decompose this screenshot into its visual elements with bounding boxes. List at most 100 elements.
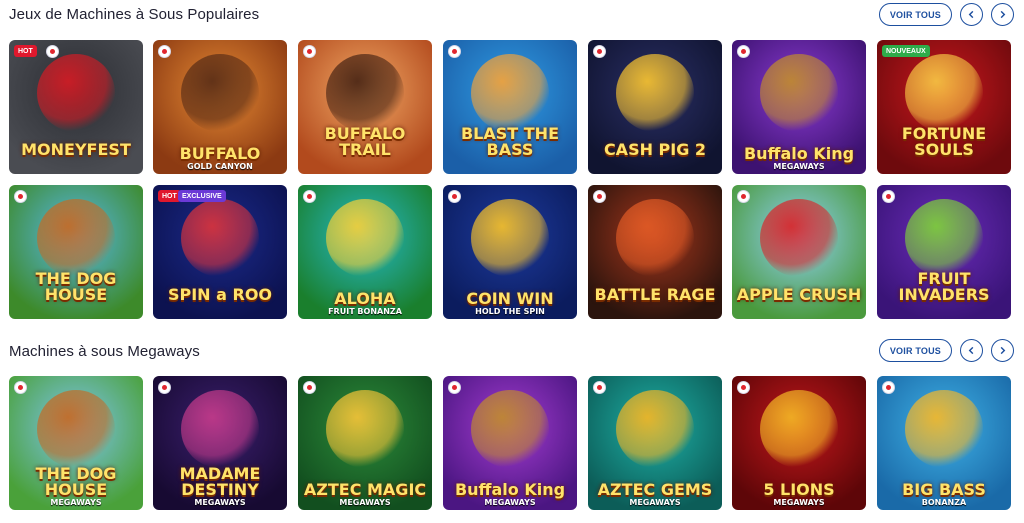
prev-button[interactable]	[960, 3, 983, 26]
next-button[interactable]	[991, 3, 1014, 26]
provider-icon	[738, 382, 749, 393]
hot-badge: HOT	[14, 45, 37, 57]
game-mascot	[37, 54, 115, 132]
game-tile[interactable]: COIN WIN HOLD THE SPIN	[443, 185, 577, 319]
game-tile[interactable]: BUFFALO TRAIL	[298, 40, 432, 174]
provider-icon	[449, 191, 460, 202]
game-mascot	[905, 54, 983, 132]
game-subtitle: BONANZA	[921, 498, 967, 507]
game-title: MADAME DESTINY	[179, 464, 261, 499]
exclusive-badge: EXCLUSIVE	[178, 190, 226, 202]
chevron-left-icon	[968, 346, 974, 355]
game-title: CASH PIG 2	[603, 140, 707, 159]
provider-icon	[738, 191, 749, 202]
game-tile[interactable]: Buffalo King MEGAWAYS	[732, 40, 866, 174]
game-mascot	[181, 199, 259, 277]
chevron-left-icon	[968, 10, 974, 19]
provider-icon	[159, 382, 170, 393]
section-title: Jeux de Machines à Sous Populaires	[9, 6, 260, 23]
provider-icon	[159, 46, 170, 57]
game-mascot	[616, 199, 694, 277]
provider-icon	[47, 46, 58, 57]
game-subtitle: MEGAWAYS	[194, 498, 246, 507]
game-mascot	[760, 54, 838, 132]
chevron-right-icon	[1000, 346, 1006, 355]
carousel-controls: VOIR TOUS	[878, 3, 1014, 26]
prev-button[interactable]	[960, 339, 983, 362]
game-mascot	[326, 199, 404, 277]
game-title: MONEYFEST	[21, 140, 131, 159]
game-tile[interactable]: 5 LIONS MEGAWAYS	[732, 376, 866, 510]
provider-icon	[304, 382, 315, 393]
game-tile[interactable]: BUFFALO GOLD CANYON	[153, 40, 287, 174]
game-tile[interactable]: FORTUNE SOULS NOUVEAUX	[877, 40, 1011, 174]
chevron-right-icon	[1000, 10, 1006, 19]
view-all-button[interactable]: VOIR TOUS	[878, 3, 952, 26]
game-title: BIG BASS	[902, 480, 986, 499]
game-title: AZTEC MAGIC	[303, 480, 427, 499]
game-tile[interactable]: ALOHA FRUIT BONANZA	[298, 185, 432, 319]
game-tile[interactable]: CASH PIG 2	[588, 40, 722, 174]
game-mascot	[616, 54, 694, 132]
game-title: FRUIT INVADERS	[898, 269, 990, 304]
view-all-button[interactable]: VOIR TOUS	[878, 339, 952, 362]
provider-icon	[304, 191, 315, 202]
game-subtitle: GOLD CANYON	[187, 162, 253, 171]
game-mascot	[471, 54, 549, 132]
game-tile[interactable]: AZTEC MAGIC MEGAWAYS	[298, 376, 432, 510]
game-title: BUFFALO TRAIL	[324, 124, 406, 159]
game-subtitle: MEGAWAYS	[339, 498, 391, 507]
game-tile[interactable]: THE DOG HOUSE	[9, 185, 143, 319]
game-mascot	[181, 54, 259, 132]
provider-icon	[449, 46, 460, 57]
game-title: BUFFALO	[179, 144, 261, 163]
game-subtitle: FRUIT BONANZA	[328, 307, 402, 316]
game-tile[interactable]: MONEYFEST HOT	[9, 40, 143, 174]
provider-icon	[15, 191, 26, 202]
game-tile[interactable]: BATTLE RAGE	[588, 185, 722, 319]
provider-icon	[738, 46, 749, 57]
next-button[interactable]	[991, 339, 1014, 362]
game-mascot	[905, 390, 983, 468]
provider-icon	[883, 191, 894, 202]
game-title: 5 LIONS	[763, 480, 835, 499]
game-title: Buffalo King	[743, 144, 855, 163]
game-subtitle: MEGAWAYS	[773, 162, 825, 171]
game-mascot	[471, 199, 549, 277]
game-mascot	[326, 54, 404, 132]
provider-icon	[594, 382, 605, 393]
game-mascot	[760, 390, 838, 468]
carousel-controls: VOIR TOUS	[878, 339, 1014, 362]
provider-icon	[449, 382, 460, 393]
game-title: BLAST THE BASS	[460, 124, 559, 159]
new-badge: NOUVEAUX	[882, 45, 930, 57]
game-title: FORTUNE SOULS	[901, 124, 987, 159]
game-subtitle: MEGAWAYS	[773, 498, 825, 507]
game-tile[interactable]: APPLE CRUSH	[732, 185, 866, 319]
game-subtitle: MEGAWAYS	[484, 498, 536, 507]
game-mascot	[471, 390, 549, 468]
game-mascot	[37, 199, 115, 277]
game-title: BATTLE RAGE	[594, 285, 716, 304]
game-subtitle: MEGAWAYS	[50, 498, 102, 507]
provider-icon	[304, 46, 315, 57]
game-tile[interactable]: MADAME DESTINY MEGAWAYS	[153, 376, 287, 510]
game-tile[interactable]: SPIN a ROO HOT EXCLUSIVE	[153, 185, 287, 319]
game-tile[interactable]: THE DOG HOUSE MEGAWAYS	[9, 376, 143, 510]
provider-icon	[594, 46, 605, 57]
game-tile[interactable]: BIG BASS BONANZA	[877, 376, 1011, 510]
game-mascot	[181, 390, 259, 468]
game-mascot	[616, 390, 694, 468]
game-tile[interactable]: BLAST THE BASS	[443, 40, 577, 174]
game-title: ALOHA	[334, 289, 396, 308]
game-mascot	[760, 199, 838, 277]
game-mascot	[905, 199, 983, 277]
game-mascot	[37, 390, 115, 468]
game-tile[interactable]: Buffalo King MEGAWAYS	[443, 376, 577, 510]
provider-icon	[15, 382, 26, 393]
game-title: APPLE CRUSH	[736, 285, 862, 304]
game-subtitle: HOLD THE SPIN	[475, 307, 545, 316]
game-mascot	[326, 390, 404, 468]
game-tile[interactable]: FRUIT INVADERS	[877, 185, 1011, 319]
game-tile[interactable]: AZTEC GEMS MEGAWAYS	[588, 376, 722, 510]
